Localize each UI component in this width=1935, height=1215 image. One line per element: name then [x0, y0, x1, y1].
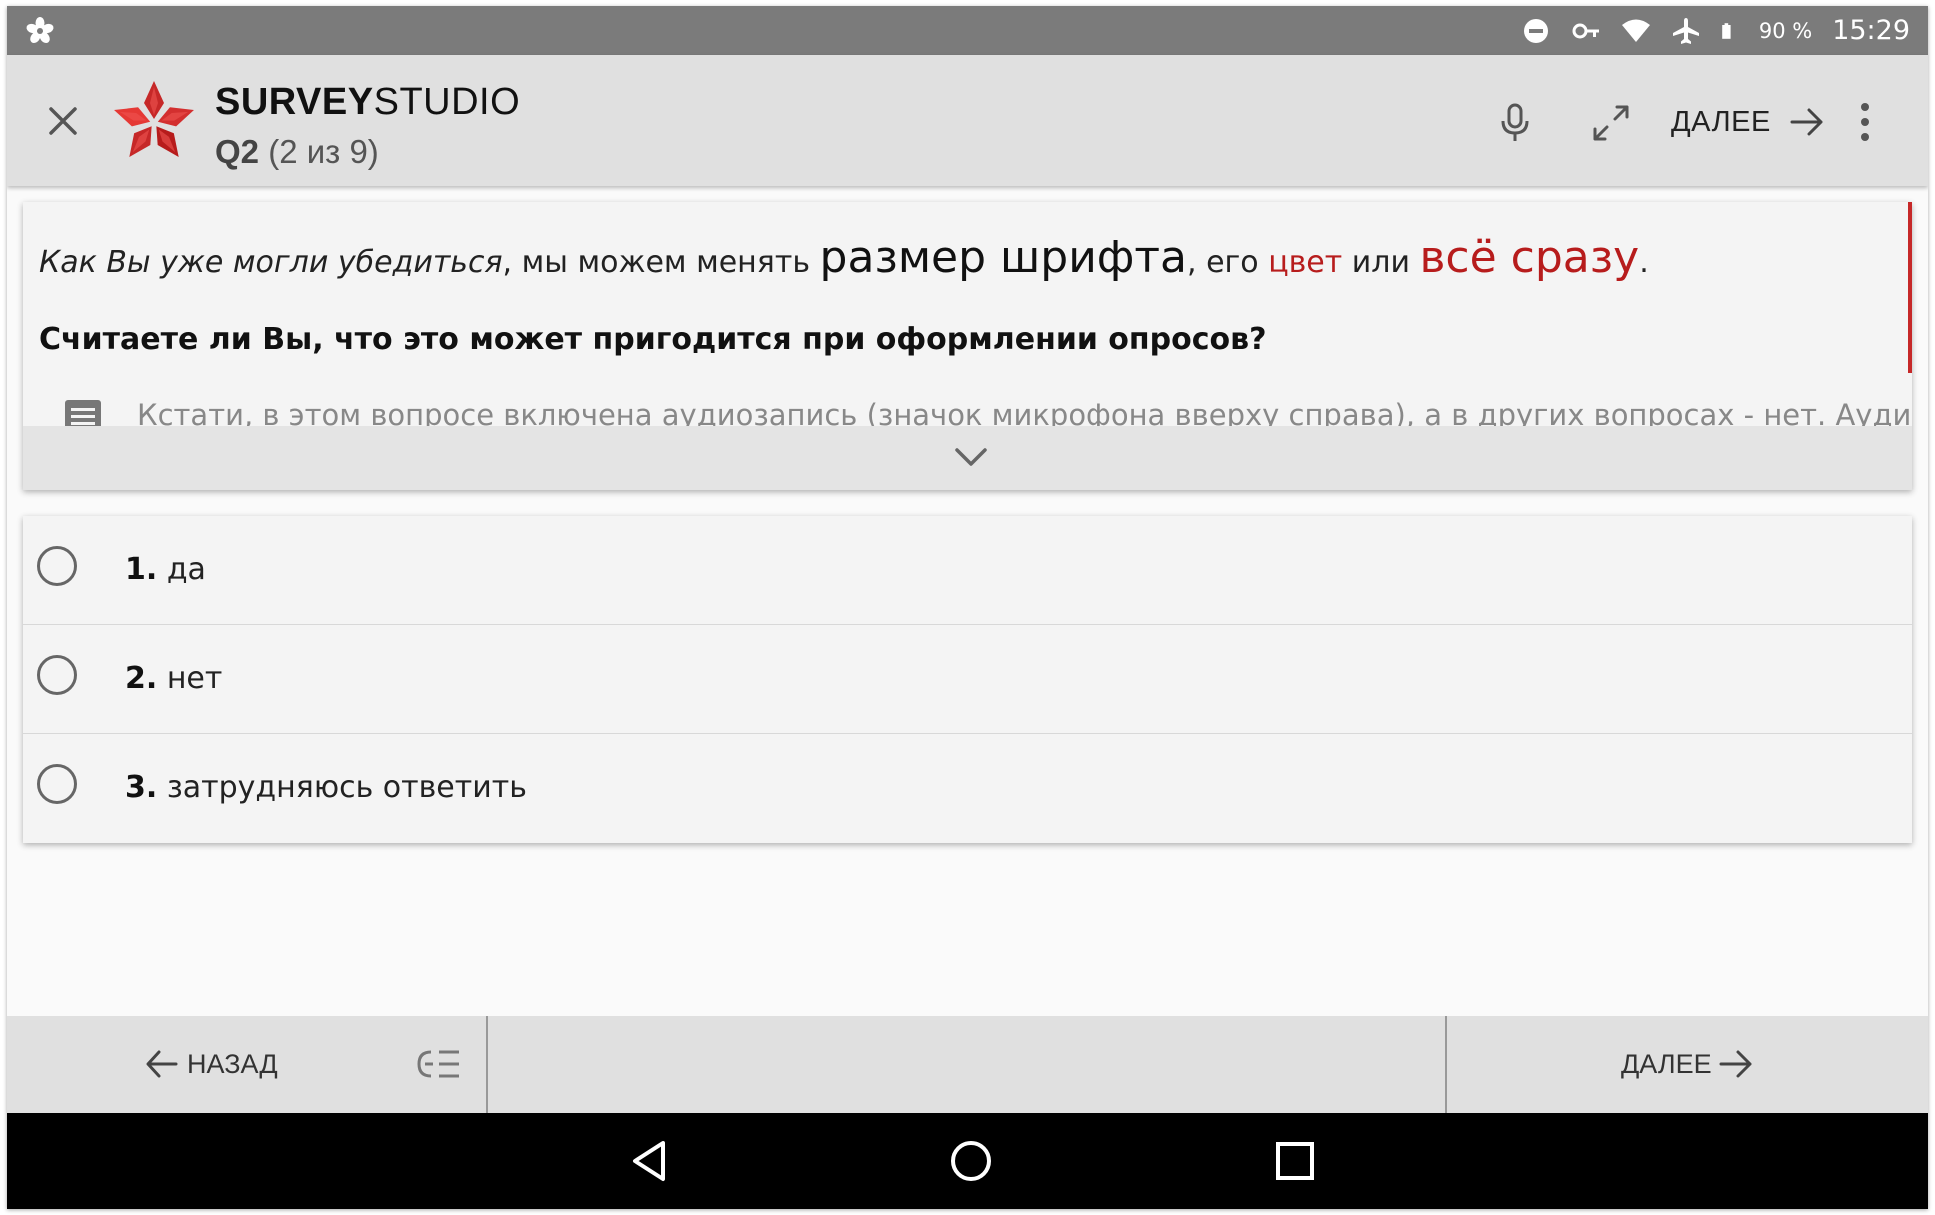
radio-button[interactable] [37, 655, 77, 695]
intro-all: всё сразу [1419, 232, 1640, 283]
intro-italic: Как Вы уже могли убедиться [39, 245, 503, 280]
brand-name: SURVEYSTUDIO [215, 81, 520, 124]
nav-recents-icon[interactable] [1273, 1139, 1317, 1183]
answer-text: да [157, 552, 206, 587]
status-bar: 90 % 15:29 [7, 6, 1928, 55]
answer-label: 1. да [125, 552, 206, 587]
next-button-top[interactable]: ДАЛЕЕ [1671, 93, 1825, 151]
answer-number: 3. [125, 770, 158, 805]
do-not-disturb-icon [1523, 18, 1548, 43]
nav-back-icon[interactable] [627, 1137, 675, 1185]
next-label-bottom: ДАЛЕЕ [1621, 1048, 1712, 1079]
answer-option-3[interactable]: 3. затрудняюсь ответить [23, 734, 1912, 843]
question-list-icon[interactable] [417, 1046, 461, 1082]
scroll-indicator [1908, 202, 1912, 373]
radio-button[interactable] [37, 546, 77, 586]
intro-end: . [1639, 245, 1649, 280]
arrow-right-icon [1719, 1050, 1752, 1078]
chevron-down-icon [955, 448, 987, 466]
microphone-icon[interactable] [1495, 101, 1535, 145]
radio-button[interactable] [37, 764, 77, 804]
app-flower-icon [26, 17, 54, 44]
answer-number: 1. [125, 552, 158, 587]
answer-option-1[interactable]: 1. да [23, 516, 1912, 625]
logo-flower [114, 81, 194, 157]
more-vert-icon[interactable] [1855, 99, 1875, 145]
question-id: Q2 [215, 133, 260, 170]
vpn-key-icon [1572, 23, 1599, 38]
question-progress: (2 из 9) [268, 133, 379, 170]
clock: 15:29 [1832, 15, 1910, 46]
answer-text: нет [157, 661, 223, 696]
answer-number: 2. [125, 661, 158, 696]
question-card: Как Вы уже могли убедиться, мы можем мен… [23, 202, 1912, 490]
intro-plain: , мы можем менять [502, 245, 820, 280]
intro-big: размер шрифта [819, 232, 1188, 283]
question-prompt: Считаете ли Вы, что это может пригодится… [39, 322, 1267, 357]
nav-home-icon[interactable] [947, 1137, 995, 1185]
status-icons: 90 % 15:29 [1521, 6, 1910, 55]
intro-mid: , его [1187, 245, 1269, 280]
divider [486, 1016, 488, 1113]
wifi-icon [1621, 19, 1650, 42]
device-screen: 90 % 15:29 SURVEYSTUDIO Q2 (2 из 9) ДАЛЕ… [7, 6, 1928, 1209]
intro-color: цвет [1268, 245, 1343, 280]
battery-level: 90 % [1758, 18, 1813, 43]
app-bar: SURVEYSTUDIO Q2 (2 из 9) ДАЛЕЕ [7, 55, 1928, 186]
next-label-top: ДАЛЕЕ [1671, 105, 1771, 138]
arrow-right-icon [1790, 108, 1823, 136]
bottom-navigation-bar: НАЗАД ДАЛЕЕ [7, 1016, 1928, 1113]
answer-list: 1. да 2. нет 3. затрудняюсь ответить [23, 516, 1912, 843]
arrow-left-icon [146, 1050, 178, 1078]
airplane-icon [1672, 17, 1699, 44]
answer-label: 2. нет [125, 661, 222, 696]
back-label: НАЗАД [187, 1048, 278, 1079]
question-intro: Как Вы уже могли убедиться, мы можем мен… [39, 232, 1649, 283]
close-icon[interactable] [43, 101, 83, 141]
answer-option-2[interactable]: 2. нет [23, 625, 1912, 734]
divider [1445, 1016, 1447, 1113]
battery-icon [1722, 22, 1731, 39]
brand-light: STUDIO [373, 81, 521, 123]
question-indicator: Q2 (2 из 9) [215, 133, 379, 171]
back-button[interactable]: НАЗАД [145, 1042, 278, 1086]
answer-text: затрудняюсь ответить [157, 770, 527, 805]
next-button-bottom[interactable]: ДАЛЕЕ [1621, 1042, 1754, 1086]
expand-bar[interactable] [23, 426, 1912, 490]
brand-bold: SURVEY [215, 81, 374, 123]
fullscreen-icon[interactable] [1589, 101, 1633, 145]
system-nav-bar [7, 1113, 1928, 1209]
intro-or: или [1342, 245, 1420, 280]
answer-label: 3. затрудняюсь ответить [125, 770, 527, 805]
